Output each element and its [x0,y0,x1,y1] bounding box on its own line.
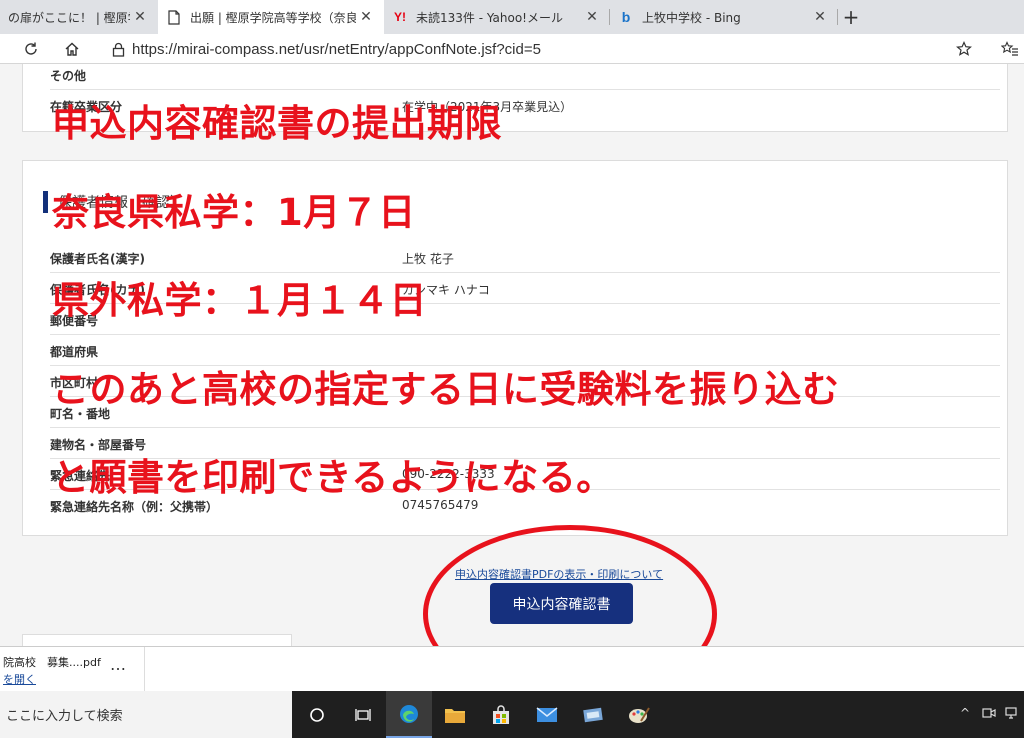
task-view-icon[interactable] [340,691,386,738]
close-icon[interactable]: ✕ [810,9,830,25]
application-confirmation-button[interactable]: 申込内容確認書 [490,583,633,624]
open-file-link[interactable]: を開く [3,671,36,687]
download-file-name: 院高校 募集....pdf [3,656,101,669]
cortana-icon[interactable] [294,691,340,738]
close-icon[interactable]: ✕ [130,9,150,25]
tab-title: の扉がここに！ | 樫原学院高 [8,10,130,25]
download-item[interactable]: 院高校 募集....pdf を開く … [0,647,145,692]
yahoo-icon: Y! [394,10,406,24]
partial-panel [22,634,292,646]
favorite-star-icon[interactable] [953,38,975,60]
home-button[interactable] [61,38,83,60]
row-label: 保護者氏名(漢字) [50,252,145,266]
file-explorer-icon[interactable] [432,691,478,738]
close-icon[interactable]: ✕ [582,9,602,25]
row-value: 上牧 花子 [402,252,454,266]
tab-bing[interactable]: b 上牧中学校 - Bing ✕ [610,0,838,34]
row-label: 建物名・部屋番号 [50,438,147,452]
form-row: 都道府県 [50,335,1000,366]
row-label: 緊急連絡先名称（例：父携帯） [50,500,219,514]
pdf-print-help-link[interactable]: 申込内容確認書PDFの表示・印刷について [455,566,663,582]
form-row: 保護者氏名(漢字) 上牧 花子 [50,242,1000,273]
address-bar[interactable]: https://mirai-compass.net/usr/netEntry/a… [104,37,982,61]
favorites-bar-icon[interactable] [999,38,1021,60]
page-content: その他 在籍卒業区分 在学中（2021年3月卒業見込） 保護者情報（確認） 保護… [0,64,1024,646]
reload-button[interactable] [20,38,42,60]
meet-now-icon[interactable] [982,706,996,723]
row-value: 0745765479 [402,498,479,512]
bing-icon: b [621,9,631,25]
edge-icon[interactable] [386,691,432,738]
annotation-deadline-heading: 申込内容確認書の提出期限 [52,102,502,145]
chevron-up-icon[interactable]: ^ [960,706,970,720]
tab-strip: の扉がここに！ | 樫原学院高 ✕ 出願 | 樫原学院高等学校（奈良 ✕ Y! … [0,0,1024,34]
row-label: その他 [50,69,87,83]
form-row: その他 [50,64,1000,90]
tab-title: 出願 | 樫原学院高等学校（奈良 [190,10,356,25]
paint-icon[interactable] [616,691,662,738]
network-icon[interactable] [1004,706,1018,723]
download-bar: 院高校 募集....pdf を開く … [0,646,1024,692]
annotation-print-note: と願書を印刷できるようになる。 [52,456,614,499]
form-row: 建物名・部屋番号 [50,428,1000,459]
more-options-icon[interactable]: … [110,655,126,674]
row-label: 都道府県 [50,345,99,359]
new-tab-button[interactable]: + [838,0,864,34]
tab-title: 上牧中学校 - Bing [642,10,741,25]
tab-yahoo-mail[interactable]: Y! 未読133件 - Yahoo!メール ✕ [384,0,610,34]
address-toolbar: https://mirai-compass.net/usr/netEntry/a… [0,34,1024,64]
mail-icon[interactable] [524,691,570,738]
network-drive-icon[interactable] [570,691,616,738]
search-placeholder: ここに入力して検索 [6,709,123,724]
tab-school-portal[interactable]: の扉がここに！ | 樫原学院高 ✕ [0,0,158,34]
close-icon[interactable]: ✕ [356,9,376,25]
tab-title: 未読133件 - Yahoo!メール [416,10,563,25]
annotation-nara-deadline: 奈良県私学：1月７日 [52,191,416,234]
lock-icon [104,42,132,57]
annotation-payment-note: このあと高校の指定する日に受験料を振り込む [52,368,840,411]
url-text: https://mirai-compass.net/usr/netEntry/a… [132,40,541,58]
windows-taskbar: ここに入力して検索 ^ [0,691,1024,738]
tab-divider [609,9,610,25]
taskbar-search-box[interactable]: ここに入力して検索 [0,691,292,738]
section-marker [43,191,48,213]
store-icon[interactable] [478,691,524,738]
page-icon [166,9,182,25]
tab-application[interactable]: 出願 | 樫原学院高等学校（奈良 ✕ [158,0,384,34]
annotation-outside-deadline: 県外私学：１月１４日 [52,279,427,322]
